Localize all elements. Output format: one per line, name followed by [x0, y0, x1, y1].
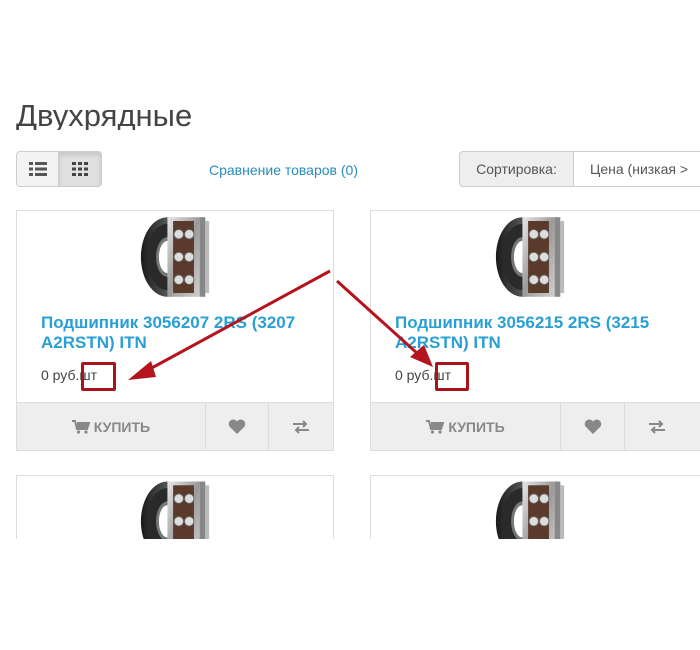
price-value: 0 руб. [395, 367, 434, 383]
add-to-compare-button[interactable] [625, 403, 689, 450]
view-toggle [16, 151, 102, 187]
product-compare-link[interactable]: Сравнение товаров (0) [209, 162, 358, 178]
shopping-cart-icon [426, 419, 445, 434]
price-value: 0 руб. [41, 367, 80, 383]
add-to-cart-label: КУПИТЬ [448, 418, 505, 435]
product-image[interactable] [371, 211, 689, 306]
sort-label: Сортировка: [459, 151, 574, 187]
price-unit: шт [433, 367, 452, 383]
add-to-wishlist-button[interactable] [561, 403, 625, 450]
add-to-cart-button[interactable]: КУПИТЬ [17, 403, 206, 450]
add-to-compare-button[interactable] [269, 403, 333, 450]
product-card [16, 475, 334, 539]
product-price: 0 руб.шт [41, 367, 97, 383]
product-card: Подшипник 3056207 2RS (3207 A2RSTN) ITN … [16, 210, 334, 451]
sort-group: Сортировка: Цена (низкая > [459, 151, 700, 187]
product-image[interactable] [17, 476, 333, 539]
product-card [370, 475, 700, 539]
price-unit: шт [79, 367, 98, 383]
product-image[interactable] [371, 476, 689, 539]
product-name-link[interactable]: Подшипник 3056215 2RS (3215 A2RSTN) ITN [395, 313, 655, 353]
product-image[interactable] [17, 211, 333, 306]
add-to-cart-label: КУПИТЬ [93, 418, 151, 435]
sort-select[interactable]: Цена (низкая > [574, 151, 700, 187]
shopping-cart-icon [71, 419, 90, 434]
grid-icon [72, 162, 88, 176]
product-card: Подшипник 3056215 2RS (3215 A2RSTN) ITN … [370, 210, 700, 451]
list-view-button[interactable] [16, 151, 59, 187]
heart-icon [228, 418, 246, 434]
list-icon [28, 162, 47, 176]
product-button-group: КУПИТЬ [17, 402, 333, 450]
product-button-group: КУПИТЬ [371, 402, 700, 450]
heart-icon [584, 418, 601, 434]
exchange-icon [649, 419, 665, 434]
grid-view-button[interactable] [59, 151, 102, 187]
product-name-link[interactable]: Подшипник 3056207 2RS (3207 A2RSTN) ITN [41, 313, 301, 353]
product-price: 0 руб.шт [395, 367, 451, 383]
add-to-wishlist-button[interactable] [206, 403, 270, 450]
add-to-cart-button[interactable]: КУПИТЬ [371, 403, 561, 450]
page-title: Двухрядные [16, 98, 193, 130]
exchange-icon [293, 419, 310, 434]
